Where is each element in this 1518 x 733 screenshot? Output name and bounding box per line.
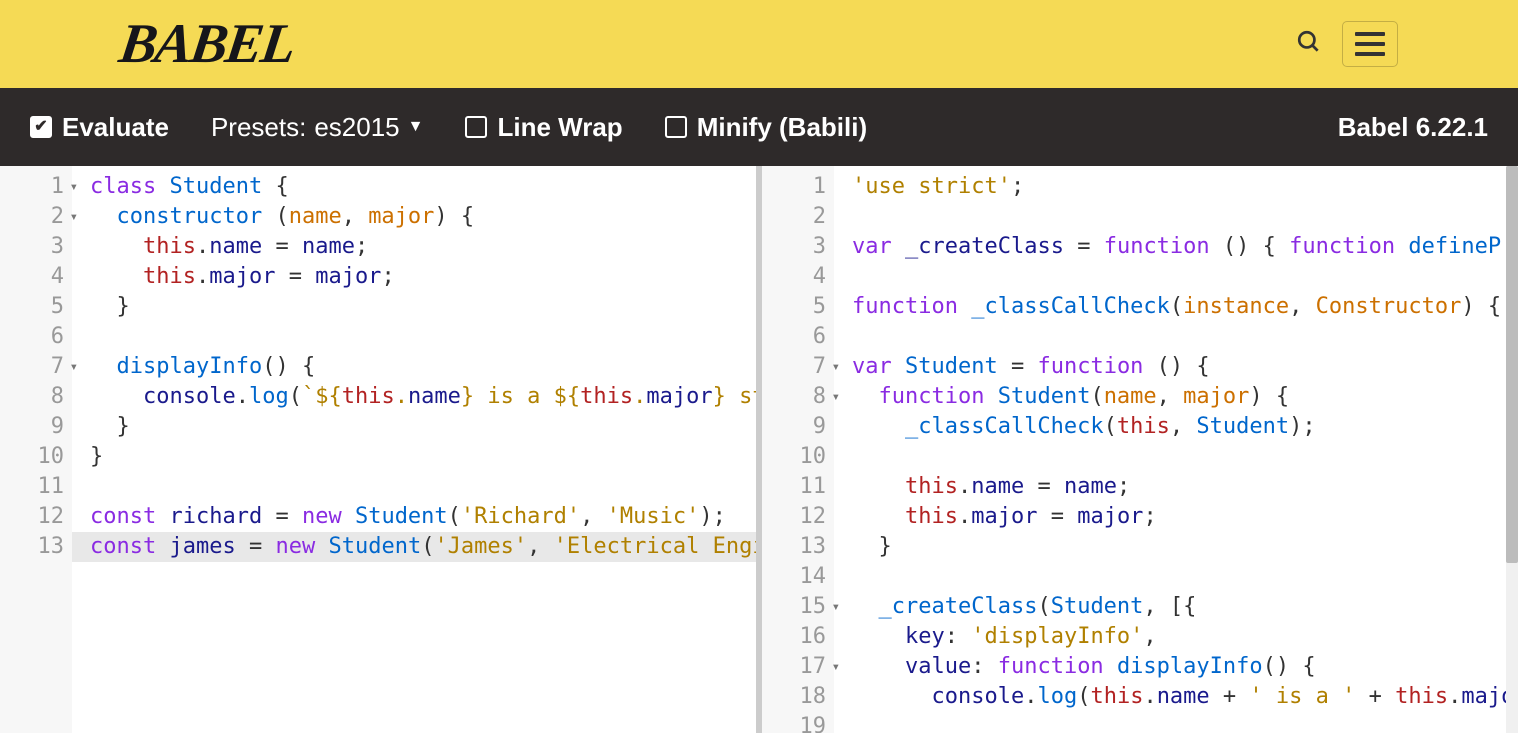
chevron-down-icon: ▼ [408, 118, 424, 136]
repl-toolbar: ✔ Evaluate Presets: es2015 ▼ Line Wrap M… [0, 88, 1518, 166]
code-line[interactable]: var _createClass = function () { functio… [852, 232, 1518, 262]
code-line[interactable]: } [852, 532, 1518, 562]
header-actions [1296, 21, 1398, 67]
site-header: BABEL [0, 0, 1518, 88]
code-line[interactable] [852, 562, 1518, 592]
line-number: 13 [778, 532, 826, 562]
line-number: 18 [778, 682, 826, 712]
presets-prefix: Presets: [211, 112, 306, 143]
code-line[interactable]: _createClass(Student, [{ [852, 592, 1518, 622]
line-number: 7 [778, 352, 826, 382]
presets-value: es2015 [314, 112, 399, 143]
code-line[interactable]: this.name = name; [90, 232, 756, 262]
code-line[interactable]: key: 'displayInfo', [852, 622, 1518, 652]
evaluate-label: Evaluate [62, 112, 169, 143]
line-number: 15 [778, 592, 826, 622]
line-number: 14 [778, 562, 826, 592]
minify-label: Minify (Babili) [697, 112, 867, 143]
code-line[interactable]: constructor (name, major) { [90, 202, 756, 232]
code-line[interactable]: displayInfo() { [90, 352, 756, 382]
line-number: 17 [778, 652, 826, 682]
code-line[interactable]: const james = new Student('James', 'Elec… [72, 532, 756, 562]
line-number: 19 [778, 712, 826, 733]
line-number: 9 [778, 412, 826, 442]
code-line[interactable]: } [90, 442, 756, 472]
presets-dropdown[interactable]: Presets: es2015 ▼ [211, 112, 424, 143]
code-line[interactable]: this.major = major; [852, 502, 1518, 532]
code-line[interactable] [852, 202, 1518, 232]
line-number: 5 [16, 292, 64, 322]
scrollbar[interactable] [1506, 166, 1518, 733]
code-line[interactable] [852, 712, 1518, 733]
evaluate-checkbox[interactable]: ✔ Evaluate [30, 112, 169, 143]
code-line[interactable] [90, 322, 756, 352]
code-line[interactable] [852, 262, 1518, 292]
line-number: 3 [778, 232, 826, 262]
line-number: 8 [16, 382, 64, 412]
line-number: 2 [778, 202, 826, 232]
minify-checkbox[interactable]: Minify (Babili) [665, 112, 867, 143]
line-number: 6 [16, 322, 64, 352]
output-code: 'use strict'; var _createClass = function… [834, 166, 1518, 733]
checkbox-icon: ✔ [30, 116, 52, 138]
source-editor[interactable]: 12345678910111213 class Student { constr… [0, 166, 762, 733]
line-number: 2 [16, 202, 64, 232]
line-number: 9 [16, 412, 64, 442]
line-number: 6 [778, 322, 826, 352]
code-line[interactable]: this.name = name; [852, 472, 1518, 502]
editor-split: 12345678910111213 class Student { constr… [0, 166, 1518, 733]
line-number: 16 [778, 622, 826, 652]
line-number: 12 [778, 502, 826, 532]
line-number: 4 [778, 262, 826, 292]
code-line[interactable]: const richard = new Student('Richard', '… [90, 502, 756, 532]
hamburger-menu-icon[interactable] [1342, 21, 1398, 67]
code-line[interactable]: value: function displayInfo() { [852, 652, 1518, 682]
code-line[interactable]: class Student { [90, 172, 756, 202]
search-icon[interactable] [1296, 29, 1322, 60]
line-number: 13 [16, 532, 64, 562]
line-number: 7 [16, 352, 64, 382]
code-line[interactable]: function _classCallCheck(instance, Const… [852, 292, 1518, 322]
line-number: 5 [778, 292, 826, 322]
code-line[interactable]: console.log(`${this.name} is a ${this.ma… [90, 382, 756, 412]
code-line[interactable]: 'use strict'; [852, 172, 1518, 202]
line-number: 4 [16, 262, 64, 292]
logo[interactable]: BABEL [116, 12, 299, 76]
line-number: 8 [778, 382, 826, 412]
babel-version-label: Babel 6.22.1 [1338, 112, 1488, 143]
code-line[interactable]: function Student(name, major) { [852, 382, 1518, 412]
linewrap-checkbox[interactable]: Line Wrap [465, 112, 622, 143]
code-line[interactable]: var Student = function () { [852, 352, 1518, 382]
code-line[interactable] [90, 472, 756, 502]
code-line[interactable]: } [90, 292, 756, 322]
code-line[interactable]: this.major = major; [90, 262, 756, 292]
line-number: 10 [16, 442, 64, 472]
checkbox-icon [465, 116, 487, 138]
line-number: 10 [778, 442, 826, 472]
linewrap-label: Line Wrap [497, 112, 622, 143]
line-gutter: 12345678910111213 [0, 166, 72, 733]
line-number: 1 [16, 172, 64, 202]
line-number: 1 [778, 172, 826, 202]
code-line[interactable]: console.log(this.name + ' is a ' + this.… [852, 682, 1518, 712]
source-code[interactable]: class Student { constructor (name, major… [72, 166, 756, 733]
line-number: 11 [778, 472, 826, 502]
code-line[interactable] [852, 322, 1518, 352]
scrollbar-thumb[interactable] [1506, 166, 1518, 563]
line-number: 11 [16, 472, 64, 502]
line-number: 12 [16, 502, 64, 532]
output-editor[interactable]: 12345678910111213141516171819 'use stric… [762, 166, 1518, 733]
code-line[interactable] [852, 442, 1518, 472]
code-line[interactable]: } [90, 412, 756, 442]
line-number: 3 [16, 232, 64, 262]
line-gutter: 12345678910111213141516171819 [762, 166, 834, 733]
code-line[interactable]: _classCallCheck(this, Student); [852, 412, 1518, 442]
checkbox-icon [665, 116, 687, 138]
